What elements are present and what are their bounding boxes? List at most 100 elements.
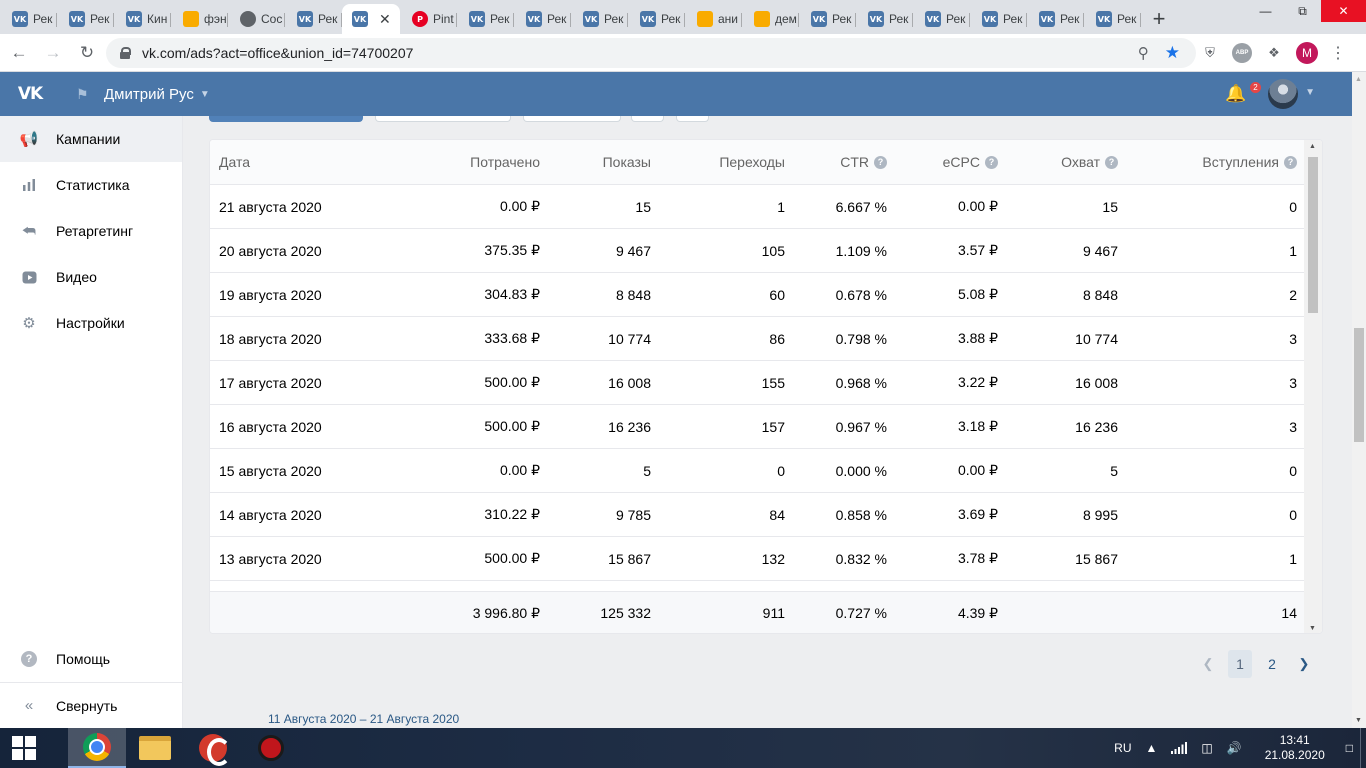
browser-tab[interactable]: ани — [685, 4, 742, 34]
column-header-ctr[interactable]: CTR? — [840, 140, 887, 184]
primary-action-button[interactable] — [209, 116, 363, 122]
table-cell-spent: 310.22 ₽ — [484, 506, 540, 522]
clock[interactable]: 13:41 21.08.2020 — [1249, 733, 1339, 763]
user-avatar[interactable] — [1268, 79, 1298, 109]
menu-kebab-icon[interactable]: ⋮ — [1330, 43, 1346, 63]
forward-arrow-icon[interactable]: → — [38, 38, 68, 68]
shield-extension-icon[interactable]: ⛨ — [1200, 43, 1220, 63]
clock-time: 13:41 — [1279, 733, 1310, 747]
secondary-action-button[interactable] — [523, 116, 621, 122]
sidebar-item-help[interactable]: ? Помощь — [0, 636, 182, 682]
help-icon[interactable]: ? — [1284, 155, 1297, 169]
bookmark-star-icon[interactable]: ★ — [1165, 43, 1180, 63]
sidebar-item-label: Кампании — [56, 131, 121, 147]
column-header-reach[interactable]: Охват? — [1061, 140, 1118, 184]
tray-expand-icon[interactable]: ▲ — [1139, 741, 1165, 755]
close-tab-icon[interactable]: ✕ — [379, 11, 391, 28]
column-header-joins[interactable]: Вступления? — [1202, 140, 1297, 184]
minimize-icon[interactable]: — — [1247, 0, 1284, 22]
sidebar-item-retargeting[interactable]: ⮪ Ретаргетинг — [0, 208, 182, 254]
address-bar[interactable]: vk.com/ads?act=office&union_id=74700207 … — [106, 38, 1196, 68]
taskbar-security-app[interactable] — [242, 728, 300, 768]
close-window-icon[interactable]: ✕ — [1321, 0, 1366, 22]
browser-tab[interactable]: P Pint — [400, 4, 457, 34]
scroll-up-icon[interactable]: ▲ — [1355, 76, 1362, 83]
scroll-up-icon[interactable]: ▲ — [1309, 143, 1316, 150]
vk-favicon-icon: VK — [469, 11, 485, 27]
language-indicator[interactable]: RU — [1107, 741, 1138, 755]
taskbar-ccleaner-app[interactable] — [184, 728, 242, 768]
vk-logo[interactable]: VK — [14, 84, 46, 104]
network-signal-icon[interactable] — [1164, 742, 1194, 754]
prev-page-chevron-icon[interactable]: ❮ — [1196, 650, 1220, 678]
browser-tab[interactable]: VK Рек — [970, 4, 1027, 34]
taskbar-explorer-app[interactable] — [126, 728, 184, 768]
help-icon[interactable]: ? — [874, 155, 887, 169]
reload-icon[interactable]: ↻ — [72, 38, 102, 68]
table-scrollbar-thumb[interactable] — [1308, 157, 1318, 313]
sidebar-item-statistics[interactable]: Статистика — [0, 162, 182, 208]
browser-tab[interactable]: VK Кин — [114, 4, 171, 34]
scroll-down-icon[interactable]: ▼ — [1355, 717, 1362, 724]
column-header-impressions[interactable]: Показы — [603, 140, 651, 184]
browser-tab[interactable]: VK Рек — [0, 4, 57, 34]
column-header-ecpc[interactable]: eCPC? — [943, 140, 998, 184]
page-2-button[interactable]: 2 — [1260, 650, 1284, 678]
date-range-label[interactable]: 11 Августа 2020 – 21 Августа 2020 — [268, 712, 459, 726]
account-switcher[interactable]: Дмитрий Рус ▼ — [104, 86, 210, 103]
column-header-spent[interactable]: Потрачено — [470, 140, 540, 184]
icon-action-button[interactable] — [676, 116, 709, 122]
page-1-button[interactable]: 1 — [1228, 650, 1252, 678]
scroll-down-icon[interactable]: ▼ — [1309, 625, 1316, 632]
sidebar-item-campaigns[interactable]: 📢 Кампании — [0, 116, 182, 162]
tab-title: Рек — [889, 12, 909, 26]
browser-tab[interactable]: VK Рек — [856, 4, 913, 34]
help-icon[interactable]: ? — [985, 155, 998, 169]
bell-icon[interactable]: 🔔 — [1225, 83, 1247, 105]
browser-tab[interactable]: VK Рек — [57, 4, 114, 34]
browser-tab[interactable]: VK Рек — [1027, 4, 1084, 34]
browser-tab[interactable]: VK Рек — [913, 4, 970, 34]
pagination: ❮ 1 2 ❯ — [1196, 650, 1316, 678]
page-scrollbar[interactable]: ▲ ▼ — [1352, 72, 1366, 728]
battery-icon[interactable]: ◫ — [1194, 741, 1219, 755]
browser-tab[interactable]: VK Рек — [457, 4, 514, 34]
browser-tab[interactable]: Сос — [228, 4, 285, 34]
page-scrollbar-thumb[interactable] — [1354, 328, 1364, 442]
profile-avatar[interactable]: M — [1296, 42, 1318, 64]
sidebar-item-settings[interactable]: ⚙ Настройки — [0, 300, 182, 346]
icon-action-button[interactable] — [631, 116, 664, 122]
browser-tab[interactable]: дем — [742, 4, 799, 34]
browser-tab[interactable]: фэн — [171, 4, 228, 34]
table-scrollbar[interactable]: ▲ ▼ — [1304, 140, 1322, 633]
lock-icon[interactable] — [120, 47, 131, 59]
help-icon[interactable]: ? — [1105, 155, 1118, 169]
browser-tab-active[interactable]: VK ✕ — [342, 4, 400, 34]
secondary-action-button[interactable] — [375, 116, 511, 122]
notification-center-icon[interactable]: □ — [1339, 741, 1360, 755]
next-page-chevron-icon[interactable]: ❯ — [1292, 650, 1316, 678]
browser-tab[interactable]: VK Рек — [285, 4, 342, 34]
browser-tab[interactable]: VK Рек — [571, 4, 628, 34]
back-arrow-icon[interactable]: ← — [4, 38, 34, 68]
taskbar-chrome-app[interactable] — [68, 728, 126, 768]
windows-start-icon[interactable] — [0, 728, 48, 768]
zoom-icon[interactable]: ⚲ — [1138, 44, 1149, 62]
puzzle-extensions-icon[interactable]: ❖ — [1264, 43, 1284, 63]
browser-tab[interactable]: VK Рек — [628, 4, 685, 34]
restore-icon[interactable]: ⧉ — [1284, 0, 1321, 22]
tab-title: дем — [775, 12, 797, 26]
url-text[interactable]: vk.com/ads?act=office&union_id=74700207 — [142, 45, 413, 61]
show-desktop-button[interactable] — [1360, 728, 1366, 768]
adblock-extension-icon[interactable]: ABP — [1232, 43, 1252, 63]
sidebar-collapse-button[interactable]: « Свернуть — [0, 682, 182, 728]
volume-icon[interactable]: 🔊 — [1220, 741, 1249, 755]
column-header-date[interactable]: Дата — [219, 140, 250, 184]
sidebar-item-video[interactable]: Видео — [0, 254, 182, 300]
browser-tab[interactable]: VK Рек — [514, 4, 571, 34]
column-header-clicks[interactable]: Переходы — [719, 140, 785, 184]
browser-tab[interactable]: VK Рек — [1084, 4, 1141, 34]
chevron-down-icon[interactable]: ▼ — [1305, 87, 1315, 98]
browser-tab[interactable]: VK Рек — [799, 4, 856, 34]
new-tab-button[interactable]: + — [1141, 4, 1177, 34]
